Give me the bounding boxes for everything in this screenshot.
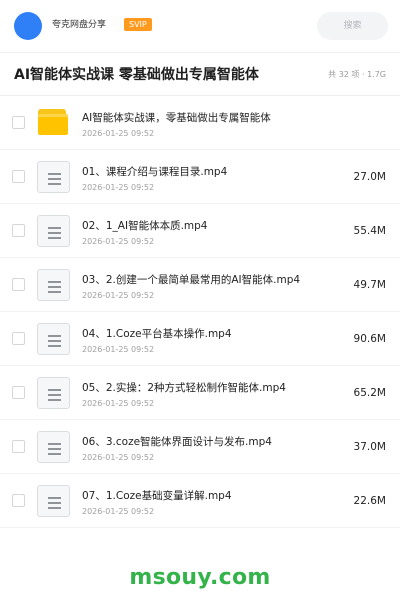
list-item[interactable]: 07、1.Coze基础变量详解.mp4 2026-01-25 09:52 22.…	[0, 474, 400, 528]
list-item[interactable]: 01、课程介绍与课程目录.mp4 2026-01-25 09:52 27.0M	[0, 150, 400, 204]
file-date: 2026-01-25 09:52	[82, 399, 155, 408]
svip-badge: SVIP	[124, 18, 152, 31]
file-name: 05、2.实操：2种方式轻松制作智能体.mp4	[82, 382, 286, 394]
select-checkbox[interactable]	[12, 278, 25, 291]
file-date: 2026-01-25 09:52	[82, 453, 155, 462]
file-size: 37.0M	[353, 441, 386, 453]
select-checkbox[interactable]	[12, 170, 25, 183]
file-name: 02、1_AI智能体本质.mp4	[82, 220, 208, 232]
list-item[interactable]: 06、3.coze智能体界面设计与发布.mp4 2026-01-25 09:52…	[0, 420, 400, 474]
file-date: 2026-01-25 09:52	[82, 345, 155, 354]
item-count-size: 共 32 项 · 1.7G	[328, 70, 386, 79]
video-file-icon	[37, 485, 70, 517]
select-checkbox[interactable]	[12, 440, 25, 453]
avatar[interactable]	[14, 12, 42, 40]
list-item[interactable]: 04、1.Coze平台基本操作.mp4 2026-01-25 09:52 90.…	[0, 312, 400, 366]
file-date: 2026-01-25 09:52	[82, 129, 155, 138]
file-size: 49.7M	[353, 279, 386, 291]
select-checkbox[interactable]	[12, 332, 25, 345]
file-date: 2026-01-25 09:52	[82, 237, 155, 246]
file-name: 04、1.Coze平台基本操作.mp4	[82, 328, 232, 340]
file-date: 2026-01-25 09:52	[82, 183, 155, 192]
list-item-folder[interactable]: AI智能体实战课，零基础做出专属智能体 2026-01-25 09:52	[0, 96, 400, 150]
file-name: 07、1.Coze基础变量详解.mp4	[82, 490, 232, 502]
top-header: 夸克网盘分享 SVIP 搜索	[0, 0, 400, 52]
video-file-icon	[37, 323, 70, 355]
file-size: 90.6M	[353, 333, 386, 345]
sharer-name: 夸克网盘分享	[52, 20, 107, 30]
video-file-icon	[37, 269, 70, 301]
file-name: 03、2.创建一个最简单最常用的AI智能体.mp4	[82, 274, 301, 286]
video-file-icon	[37, 161, 70, 193]
file-name: 01、课程介绍与课程目录.mp4	[82, 166, 228, 178]
watermark-text: msouy.com	[129, 565, 271, 590]
select-checkbox[interactable]	[12, 224, 25, 237]
list-item[interactable]: 02、1_AI智能体本质.mp4 2026-01-25 09:52 55.4M	[0, 204, 400, 258]
file-size: 27.0M	[353, 171, 386, 183]
file-name: 06、3.coze智能体界面设计与发布.mp4	[82, 436, 272, 448]
file-date: 2026-01-25 09:52	[82, 507, 155, 516]
file-list: AI智能体实战课，零基础做出专属智能体 2026-01-25 09:52 01、…	[0, 96, 400, 528]
select-checkbox[interactable]	[12, 116, 25, 129]
file-name: AI智能体实战课，零基础做出专属智能体	[82, 112, 271, 124]
select-checkbox[interactable]	[12, 494, 25, 507]
file-size: 65.2M	[353, 387, 386, 399]
search-input[interactable]: 搜索	[317, 12, 388, 40]
share-title-bar: AI智能体实战课 零基础做出专属智能体 共 32 项 · 1.7G	[0, 52, 400, 96]
file-size: 55.4M	[353, 225, 386, 237]
list-item[interactable]: 05、2.实操：2种方式轻松制作智能体.mp4 2026-01-25 09:52…	[0, 366, 400, 420]
video-file-icon	[37, 377, 70, 409]
file-date: 2026-01-25 09:52	[82, 291, 155, 300]
folder-icon	[37, 109, 70, 135]
file-size: 22.6M	[353, 495, 386, 507]
page-title: AI智能体实战课 零基础做出专属智能体	[14, 67, 259, 83]
video-file-icon	[37, 215, 70, 247]
select-checkbox[interactable]	[12, 386, 25, 399]
video-file-icon	[37, 431, 70, 463]
list-item[interactable]: 03、2.创建一个最简单最常用的AI智能体.mp4 2026-01-25 09:…	[0, 258, 400, 312]
